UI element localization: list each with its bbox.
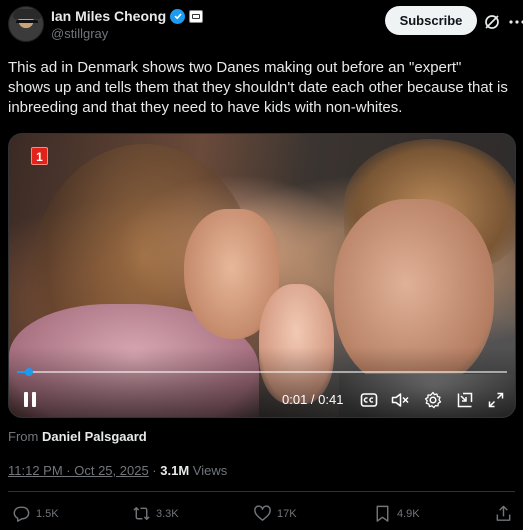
bookmark-button[interactable]: 4.9K [373,504,420,523]
name-row: Ian Miles Cheong [51,8,204,24]
heart-icon [254,505,271,521]
tweet-header: Ian Miles Cheong @stillgray Subscribe [8,6,523,46]
reply-button[interactable]: 1.5K [12,504,59,523]
fullscreen-icon[interactable] [486,390,506,410]
grok-icon[interactable] [484,14,500,30]
author-display-name[interactable]: Ian Miles Cheong [51,8,166,24]
avatar-hair [13,9,41,19]
repost-icon [133,507,150,520]
channel-logo-badge: 1 [31,147,48,165]
video-player[interactable]: 1 0:01 / 0:41 [8,133,516,418]
subscribe-button[interactable]: Subscribe [385,6,477,35]
settings-gear-icon[interactable] [423,390,443,410]
like-button[interactable]: 17K [253,504,297,523]
tweet-meta: 11:12 PM · Oct 25, 2025 · 3.1M Views [8,463,227,478]
video-progress-bar[interactable] [17,371,507,373]
meta-separator: · [152,463,157,478]
like-count: 17K [277,507,297,520]
bookmark-icon [376,505,389,522]
video-time: 0:01 / 0:41 [282,392,344,407]
reply-icon [13,506,30,522]
author-handle[interactable]: @stillgray [51,26,108,41]
verified-badge-icon[interactable] [170,8,186,24]
repost-button[interactable]: 3.3K [132,504,179,523]
share-button[interactable] [494,504,513,523]
avatar-glasses [16,20,38,26]
share-icon [496,505,511,521]
affiliate-badge-icon[interactable] [189,9,204,23]
video-scrubber-handle[interactable] [24,368,33,376]
source-author-link[interactable]: Daniel Palsgaard [42,429,147,444]
more-options-icon[interactable] [508,13,523,31]
tweet-text: This ad in Denmark shows two Danes makin… [8,59,508,116]
captions-icon[interactable] [359,390,379,410]
views-label: Views [192,463,228,478]
source-prefix: From [8,429,39,444]
muted-volume-icon[interactable] [390,390,410,410]
views-count[interactable]: 3.1M [160,463,189,478]
avatar[interactable] [8,6,44,42]
divider [8,491,515,492]
pause-icon[interactable] [23,392,37,408]
reply-count: 1.5K [36,507,59,520]
video-source: From Daniel Palsgaard [8,429,147,444]
action-bar: 1.5K 3.3K 17K 4.9K [8,504,515,526]
repost-count: 3.3K [156,507,179,520]
bookmark-count: 4.9K [397,507,420,520]
tweet-timestamp[interactable]: 11:12 PM · Oct 25, 2025 [8,463,149,478]
picture-in-picture-icon[interactable] [455,390,475,410]
